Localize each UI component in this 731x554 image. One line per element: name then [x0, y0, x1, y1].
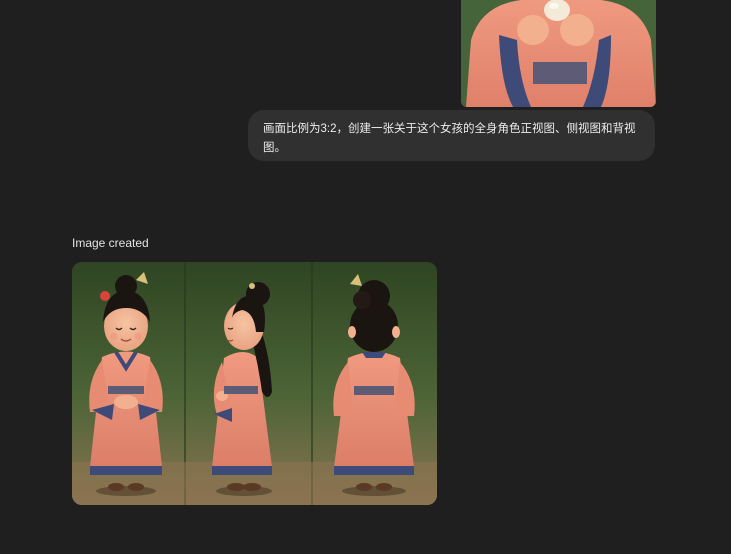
user-message-text: 画面比例为3:2，创建一张关于这个女孩的全身角色正视图、侧视图和背视图。 [263, 123, 636, 154]
user-uploaded-image[interactable] [461, 0, 656, 107]
character-sheet-art [72, 262, 437, 505]
generated-character-sheet-image[interactable] [72, 262, 437, 505]
user-image-art [461, 0, 656, 107]
image-created-label: Image created [72, 236, 149, 250]
user-message-bubble: 画面比例为3:2，创建一张关于这个女孩的全身角色正视图、侧视图和背视图。 [248, 110, 655, 161]
